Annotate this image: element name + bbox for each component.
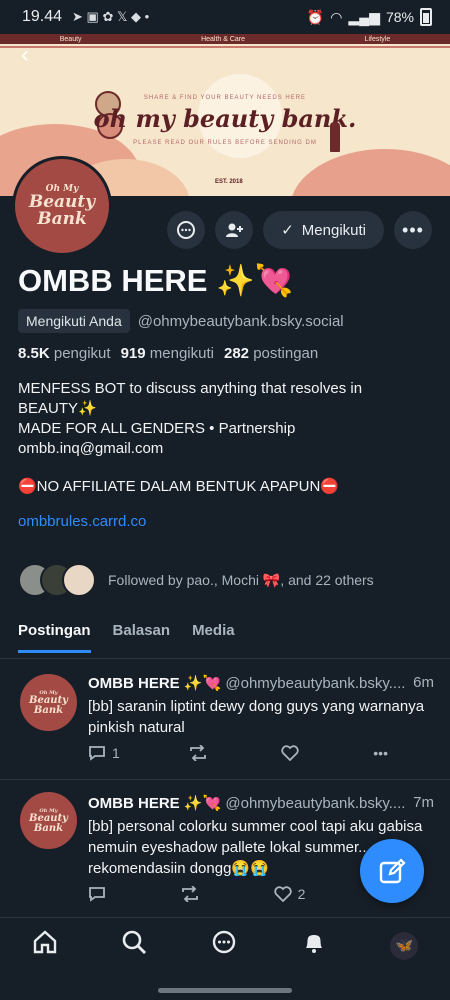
add-user-button[interactable] <box>215 211 254 249</box>
tab-media[interactable]: Media <box>192 622 235 653</box>
post-time: 7m <box>409 794 434 811</box>
followed-by-row[interactable]: Followed by pao., Mochi 🎀, and 22 others <box>18 563 374 597</box>
banner-est: EST. 2018 <box>215 179 243 185</box>
profile-tabs: Postingan Balasan Media <box>18 622 235 653</box>
profile-nav-avatar[interactable]: 🦋 <box>390 931 419 960</box>
followed-by-text: Followed by pao., Mochi 🎀, and 22 others <box>108 571 374 588</box>
post-header: OMBB HERE ✨💘 @ohmybeautybank.bsky.... <box>88 675 406 692</box>
post-avatar[interactable]: Oh My Beauty Bank <box>20 674 77 731</box>
person-plus-icon <box>226 223 244 237</box>
pencil-icon <box>379 858 406 884</box>
profile-actions: ✓ Mengikuti ••• <box>167 211 432 249</box>
signal-icon: ▂▄▆ <box>348 8 380 25</box>
back-arrow-icon[interactable]: ‹ <box>10 40 40 70</box>
home-indicator[interactable] <box>158 988 292 993</box>
repost-button[interactable] <box>180 886 206 902</box>
reply-icon <box>89 746 105 761</box>
profile-avatar[interactable]: Oh My Beauty Bank <box>12 156 112 256</box>
more-options-button[interactable]: ••• <box>394 211 432 249</box>
status-bar: 19.44 ➤ ▣ ✿ 𝕏 ◆ • ⏰ ◠ ▂▄▆ 78% <box>0 0 450 34</box>
wifi-icon: ◠ <box>330 8 343 25</box>
messages-icon[interactable] <box>211 929 237 962</box>
following-button[interactable]: ✓ Mengikuti <box>263 211 384 249</box>
chat-bubble-icon <box>177 221 196 239</box>
notification-icons: ➤ ▣ ✿ 𝕏 ◆ • <box>72 9 150 24</box>
repost-button[interactable] <box>188 745 214 761</box>
heart-icon <box>274 886 292 902</box>
alarm-icon: ⏰ <box>306 8 325 25</box>
post-time: 6m <box>409 674 434 691</box>
post-avatar[interactable]: Oh My Beauty Bank <box>20 792 77 849</box>
feed-post[interactable]: Oh My Beauty Bank OMBB HERE ✨💘 @ohmybeau… <box>0 660 450 775</box>
following-stat[interactable]: 919 mengikuti <box>121 345 214 362</box>
notifications-bell-icon[interactable] <box>301 929 327 962</box>
search-icon[interactable] <box>121 929 147 962</box>
profile-link[interactable]: ombbrules.carrd.co <box>18 513 146 530</box>
lipstick-icon <box>330 122 340 152</box>
post-header: OMBB HERE ✨💘 @ohmybeautybank.bsky.... <box>88 795 406 812</box>
banner-logo: oh my beauty bank. <box>93 104 357 133</box>
like-button[interactable] <box>281 745 305 761</box>
posts-stat: 282 postingan <box>223 345 319 362</box>
repost-icon <box>181 886 198 902</box>
tab-replies[interactable]: Balasan <box>113 622 171 653</box>
reply-icon <box>89 887 105 902</box>
banner-tagline: SHARE & FIND YOUR BEAUTY NEEDS HERE <box>143 95 307 101</box>
profile-name: OMBB HERE ✨💘 <box>18 263 294 298</box>
post-actions: 2 ••• <box>88 886 388 902</box>
heart-icon <box>281 745 300 761</box>
battery-icon <box>420 8 432 26</box>
follows-you-badge: Mengikuti Anda <box>18 309 130 333</box>
status-time: 19.44 <box>22 8 63 25</box>
post-text: [bb] saranin liptint dewy dong guys yang… <box>88 698 425 736</box>
post-more-icon[interactable]: ••• <box>373 745 388 761</box>
banner-nav: Beauty Health & Care Lifestyle <box>0 34 450 44</box>
reply-button[interactable] <box>88 886 112 902</box>
bottom-nav: 🦋 <box>0 917 450 973</box>
reply-button[interactable]: 1 <box>88 745 120 761</box>
handle-row: Mengikuti Anda @ohmybeautybank.bsky.soci… <box>18 309 344 333</box>
profile-bio: MENFESS BOT to discuss anything that res… <box>18 380 363 495</box>
followers-stat[interactable]: 8.5K pengikut <box>18 345 111 362</box>
post-actions: 1 ••• <box>88 745 388 761</box>
like-button[interactable]: 2 <box>274 886 305 902</box>
follower-avatar <box>62 563 96 597</box>
home-icon[interactable] <box>32 929 58 962</box>
repost-icon <box>189 745 206 761</box>
battery-percent: 78% <box>385 9 414 25</box>
compose-button[interactable] <box>360 839 424 903</box>
banner-subtag: PLEASE READ OUR RULES BEFORE SENDING DM <box>133 140 317 146</box>
profile-handle: @ohmybeautybank.bsky.social <box>137 312 344 330</box>
check-icon: ✓ <box>281 222 294 239</box>
tab-posts[interactable]: Postingan <box>18 622 91 653</box>
message-button[interactable] <box>167 211 206 249</box>
profile-stats: 8.5K pengikut 919 mengikuti 282 postinga… <box>18 345 318 362</box>
